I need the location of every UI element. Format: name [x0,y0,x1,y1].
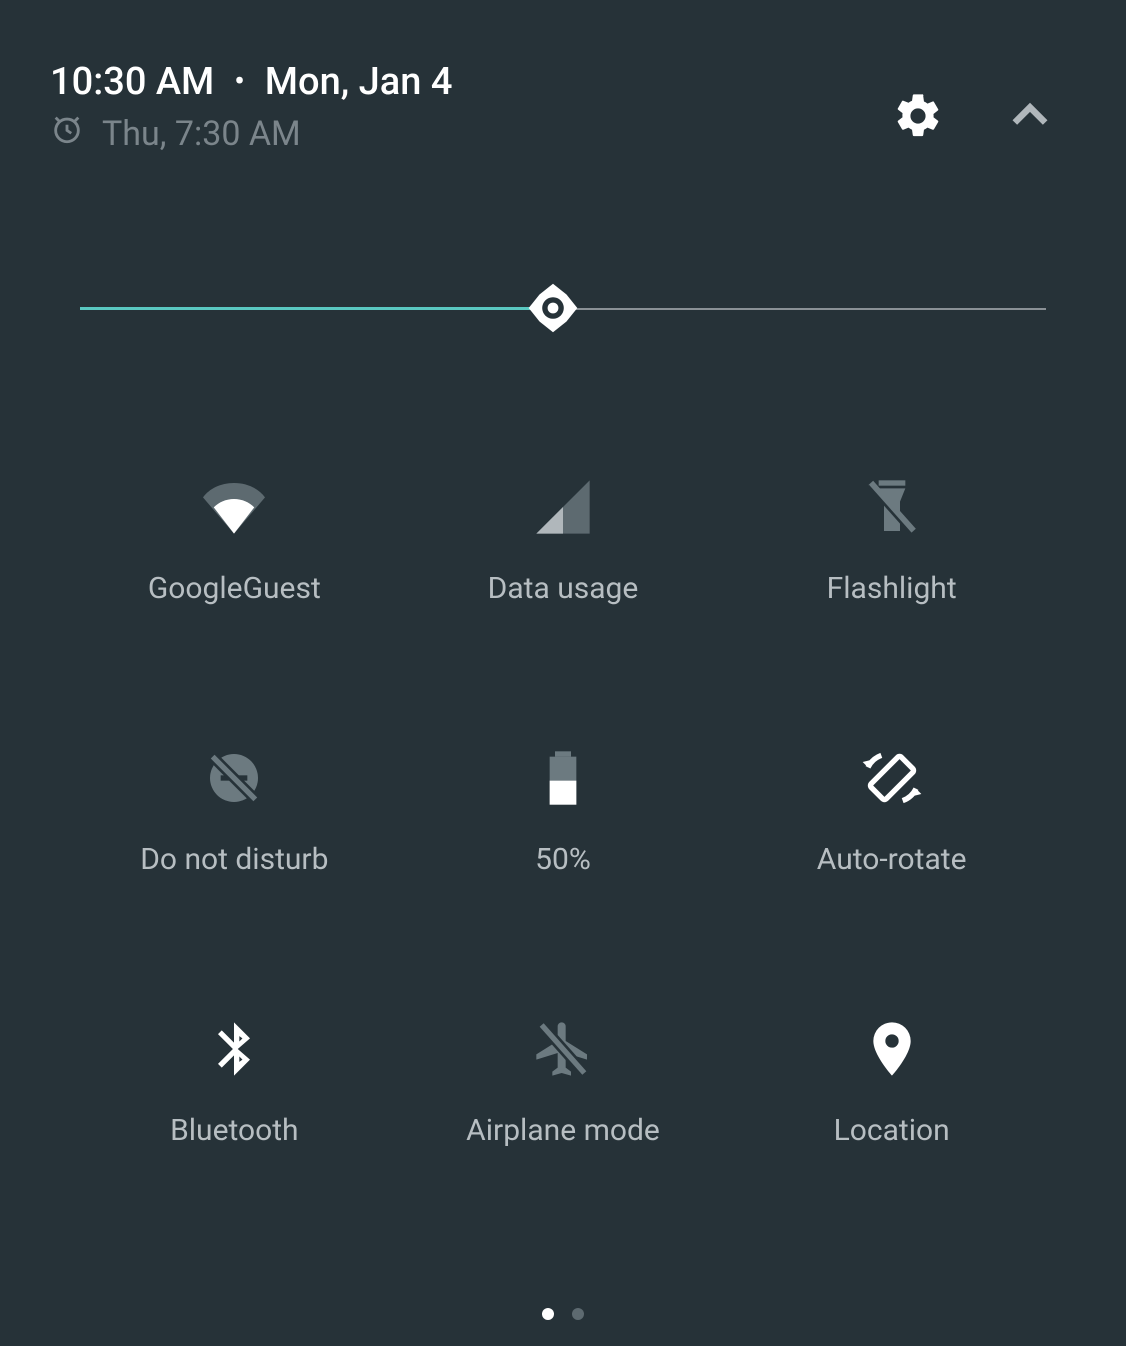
wifi-icon [202,475,266,539]
tile-label: Airplane mode [466,1113,660,1148]
tile-label: 50% [535,842,591,877]
chevron-up-icon [1004,90,1056,142]
header-left: 10:30 AM • Mon, Jan 4 Thu, 7:30 AM [50,60,452,155]
brightness-slider-thumb[interactable] [526,281,580,335]
alarm-row[interactable]: Thu, 7:30 AM [50,112,452,155]
flashlight-off-icon [860,475,924,539]
tile-label: Do not disturb [140,842,328,877]
alarm-label: Thu, 7:30 AM [102,114,301,154]
do-not-disturb-off-icon [202,746,266,810]
tile-label: GoogleGuest [148,571,321,606]
page-indicator[interactable] [0,1308,1126,1320]
date-label: Mon, Jan 4 [265,60,453,104]
battery-icon [531,746,595,810]
tile-label: Flashlight [827,571,957,606]
tiles-grid: GoogleGuest Data usage Flashlight Do not… [50,475,1076,1148]
tile-battery[interactable]: 50% [433,746,693,877]
collapse-button[interactable] [1004,90,1056,146]
brightness-slider[interactable] [50,275,1076,355]
header-row: 10:30 AM • Mon, Jan 4 Thu, 7:30 AM [50,60,1076,155]
time-date[interactable]: 10:30 AM • Mon, Jan 4 [50,60,452,104]
tile-label: Location [834,1113,950,1148]
tile-label: Auto-rotate [817,842,967,877]
bluetooth-icon [202,1017,266,1081]
time-label: 10:30 AM [50,60,214,104]
cellular-icon [531,475,595,539]
pager-dot-1[interactable] [542,1308,554,1320]
tile-do-not-disturb[interactable]: Do not disturb [104,746,364,877]
settings-button[interactable] [892,90,944,146]
tile-bluetooth[interactable]: Bluetooth [104,1017,364,1148]
location-icon [860,1017,924,1081]
header-right [892,90,1056,146]
alarm-icon [50,112,84,155]
tile-flashlight[interactable]: Flashlight [762,475,1022,606]
airplane-off-icon [531,1017,595,1081]
tile-data-usage[interactable]: Data usage [433,475,693,606]
auto-rotate-icon [860,746,924,810]
gear-icon [892,90,944,142]
tile-label: Data usage [488,571,639,606]
tile-location[interactable]: Location [762,1017,1022,1148]
quick-settings-panel: 10:30 AM • Mon, Jan 4 Thu, 7:30 AM [0,0,1126,1346]
tile-airplane-mode[interactable]: Airplane mode [433,1017,693,1148]
brightness-icon [526,281,580,335]
tile-label: Bluetooth [170,1113,299,1148]
separator-dot: • [234,67,245,97]
tile-wifi[interactable]: GoogleGuest [104,475,364,606]
pager-dot-2[interactable] [572,1308,584,1320]
tile-auto-rotate[interactable]: Auto-rotate [762,746,1022,877]
